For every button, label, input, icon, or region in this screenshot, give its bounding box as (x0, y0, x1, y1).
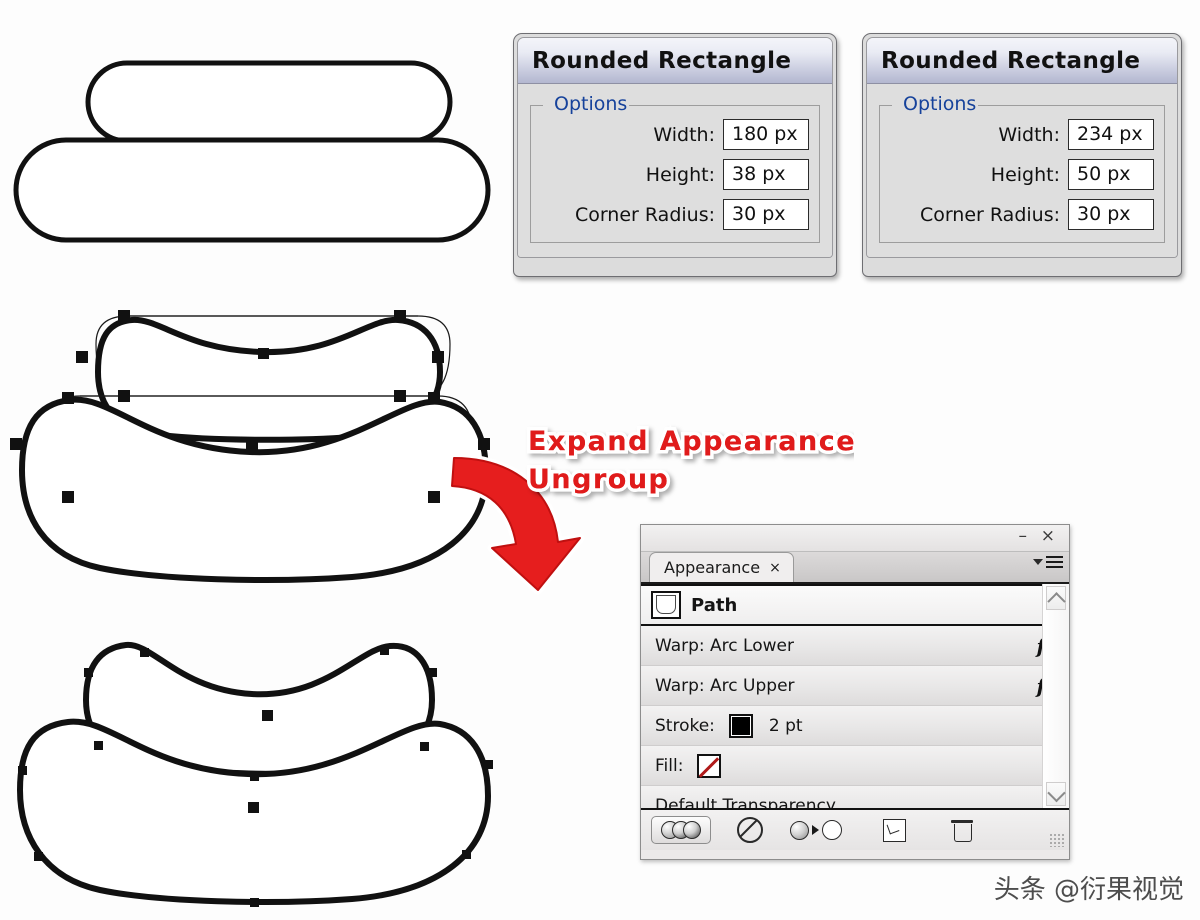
path-thumbnail-icon (651, 591, 681, 619)
appearance-panel[interactable]: – × Appearance × Path Warp: Arc Lower fx (640, 524, 1070, 860)
duplicate-selected-item-button[interactable] (873, 817, 915, 843)
resize-grip-icon[interactable] (1049, 833, 1065, 847)
panel-topbar: – × (641, 525, 1069, 552)
no-symbol-icon (737, 817, 763, 843)
chevron-down-icon (1033, 559, 1043, 565)
chevron-down-icon (1046, 783, 1066, 802)
appearance-row-path[interactable]: Path (641, 584, 1069, 626)
options-groupbox: Options Width: 180 px Height: 38 px Corn… (530, 93, 820, 243)
appearance-item-list: Path Warp: Arc Lower fx Warp: Arc Upper … (641, 584, 1069, 808)
clear-appearance-button[interactable] (729, 817, 771, 843)
row-label: Warp: Arc Lower (655, 635, 794, 656)
scroll-down-button[interactable] (1046, 782, 1066, 806)
spheres-icon (661, 821, 701, 839)
transparency-label: Default Transparency (655, 796, 836, 808)
stroke-weight-value[interactable]: 2 pt (769, 716, 803, 736)
scroll-up-button[interactable] (1046, 586, 1066, 611)
width-input[interactable]: 234 px (1068, 119, 1154, 150)
step2-warped-shapes (10, 310, 490, 583)
svg-text:Ungroup: Ungroup (528, 464, 669, 495)
dialog-title: Rounded Rectangle (881, 47, 1141, 74)
svg-text:Expand Appearance: Expand Appearance (528, 426, 854, 457)
options-legend: Options (547, 93, 635, 115)
panel-scrollbar[interactable] (1042, 584, 1069, 808)
dialog-body: Options Width: 234 px Height: 50 px Corn… (867, 84, 1177, 257)
panel-menu-button[interactable] (1033, 556, 1063, 568)
field-row-corner-radius: Corner Radius: 30 px (890, 199, 1154, 230)
height-label: Height: (990, 163, 1060, 186)
dialog-title: Rounded Rectangle (532, 47, 792, 74)
panel-tabrow: Appearance × (641, 552, 1069, 584)
tab-close-icon[interactable]: × (769, 560, 781, 576)
trash-icon (951, 819, 973, 842)
corner-radius-label: Corner Radius: (574, 203, 715, 226)
rounded-rect-bottom (13, 137, 491, 243)
rounded-rect-top (85, 60, 453, 144)
height-label: Height: (645, 163, 715, 186)
stroke-color-swatch[interactable] (728, 713, 753, 738)
annotation-text-block: Expand Appearance Expand Appearance Ungr… (524, 420, 859, 515)
dialog-inner-frame: Rounded Rectangle Options Width: 180 px … (517, 37, 833, 258)
corner-radius-label: Corner Radius: (919, 203, 1060, 226)
width-label: Width: (998, 123, 1060, 146)
width-label: Width: (653, 123, 715, 146)
tab-label: Appearance (664, 558, 761, 577)
height-input[interactable]: 50 px (1068, 159, 1154, 190)
dialog-inner-frame: Rounded Rectangle Options Width: 234 px … (866, 37, 1178, 258)
corner-radius-input[interactable]: 30 px (1068, 199, 1154, 230)
dialog-titlebar: Rounded Rectangle (518, 38, 832, 84)
field-row-width: Width: 180 px (541, 119, 809, 150)
field-row-width: Width: 234 px (890, 119, 1154, 150)
panel-footer-toolbar (641, 808, 1069, 850)
reduce-icon (790, 820, 842, 840)
groupbox-top-line (629, 105, 819, 106)
path-label: Path (691, 594, 738, 616)
options-groupbox: Options Width: 234 px Height: 50 px Corn… (879, 93, 1165, 243)
appearance-row-default-transparency[interactable]: Default Transparency (641, 786, 1069, 808)
groupbox-top-line (978, 105, 1164, 106)
fill-label: Fill: (655, 755, 684, 776)
options-legend: Options (896, 93, 984, 115)
row-label: Warp: Arc Upper (655, 675, 795, 696)
tab-appearance[interactable]: Appearance × (649, 552, 794, 582)
dialog-titlebar: Rounded Rectangle (867, 38, 1177, 84)
dialog-body: Options Width: 180 px Height: 38 px Corn… (518, 84, 832, 257)
field-row-height: Height: 38 px (541, 159, 809, 190)
close-icon[interactable]: × (1041, 528, 1055, 545)
field-row-corner-radius: Corner Radius: 30 px (541, 199, 809, 230)
appearance-row-warp-arc-upper[interactable]: Warp: Arc Upper fx (641, 666, 1069, 706)
illustration-canvas: Expand Appearance Expand Appearance Ungr… (0, 0, 1200, 920)
delete-selected-item-button[interactable] (941, 817, 983, 843)
rounded-rectangle-dialog-2[interactable]: Rounded Rectangle Options Width: 234 px … (862, 33, 1182, 277)
rounded-rectangle-dialog-1[interactable]: Rounded Rectangle Options Width: 180 px … (513, 33, 837, 277)
fill-none-swatch[interactable] (697, 753, 722, 778)
reduce-to-basic-appearance-button[interactable] (785, 817, 847, 843)
stroke-label: Stroke: (655, 715, 715, 736)
field-row-height: Height: 50 px (890, 159, 1154, 190)
corner-radius-input[interactable]: 30 px (723, 199, 809, 230)
step3-expanded-shapes (16, 641, 493, 907)
height-input[interactable]: 38 px (723, 159, 809, 190)
minimize-icon[interactable]: – (1019, 528, 1028, 545)
hamburger-menu-icon (1046, 556, 1063, 568)
appearance-row-warp-arc-lower[interactable]: Warp: Arc Lower fx (641, 626, 1069, 666)
step1-rounded-rectangles (13, 60, 491, 243)
chevron-up-icon (1046, 591, 1066, 611)
new-art-has-basic-appearance-button[interactable] (651, 816, 711, 844)
width-input[interactable]: 180 px (723, 119, 809, 150)
watermark: 头条 @衍果视觉 (993, 875, 1184, 905)
annotation-svg: Expand Appearance Expand Appearance Ungr… (525, 423, 859, 499)
duplicate-icon (882, 818, 906, 842)
appearance-row-fill[interactable]: Fill: (641, 746, 1069, 786)
appearance-row-stroke[interactable]: Stroke: 2 pt (641, 706, 1069, 746)
